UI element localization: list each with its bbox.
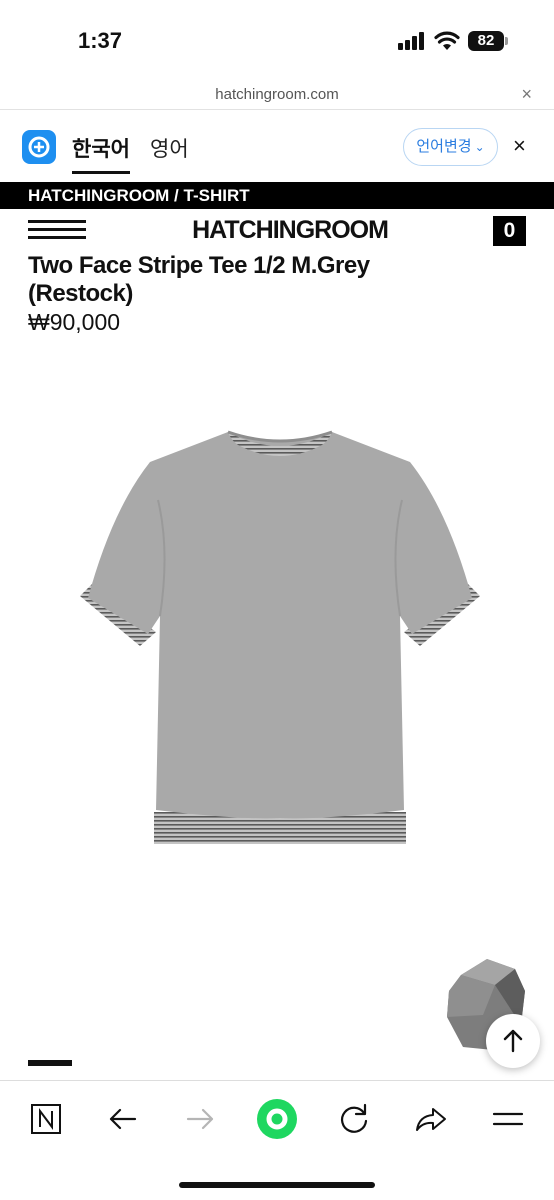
status-time: 1:37 [78,28,123,53]
translate-bar: 한국어 영어 언어변경 ⌄ × [0,111,554,181]
breadcrumb[interactable]: HATCHINGROOM / T-SHIRT [0,182,554,209]
site-logo[interactable]: HATCHINGROOM [160,216,420,245]
change-language-label: 언어변경 [416,138,472,155]
url-text[interactable]: hatchingroom.com [0,86,554,103]
image-pager-indicator [28,1060,72,1066]
close-icon[interactable]: × [513,133,526,159]
change-language-button[interactable]: 언어변경 ⌄ [403,128,498,166]
battery-icon: 82 [468,31,508,51]
arrow-up-icon [503,1029,523,1053]
status-bar: 1:37 82 [0,0,554,80]
tab-english[interactable]: 영어 [150,133,189,163]
tab-korean[interactable]: 한국어 [72,133,130,174]
home-circle-icon[interactable] [255,1097,299,1141]
back-arrow-icon[interactable] [101,1099,145,1139]
product-image[interactable] [70,420,490,860]
translator-app-icon[interactable] [22,130,56,164]
home-indicator[interactable] [179,1182,375,1188]
hamburger-menu-icon[interactable] [28,220,86,240]
scroll-to-top-button[interactable] [486,1014,540,1068]
product-title: Two Face Stripe Tee 1/2 M.Grey (Restock) [28,252,370,307]
product-price: ₩90,000 [28,309,121,335]
cart-count-badge[interactable]: 0 [493,216,526,246]
chevron-down-icon: ⌄ [474,140,485,154]
n-icon[interactable] [24,1099,68,1139]
address-bar[interactable]: hatchingroom.com × [0,80,554,110]
menu-icon[interactable] [486,1099,530,1139]
cellular-signal-icon [398,32,426,50]
share-icon[interactable] [409,1099,453,1139]
wifi-icon [434,31,460,50]
forward-arrow-icon[interactable] [178,1099,222,1139]
reload-icon[interactable] [332,1099,376,1139]
close-icon[interactable]: × [521,84,532,105]
